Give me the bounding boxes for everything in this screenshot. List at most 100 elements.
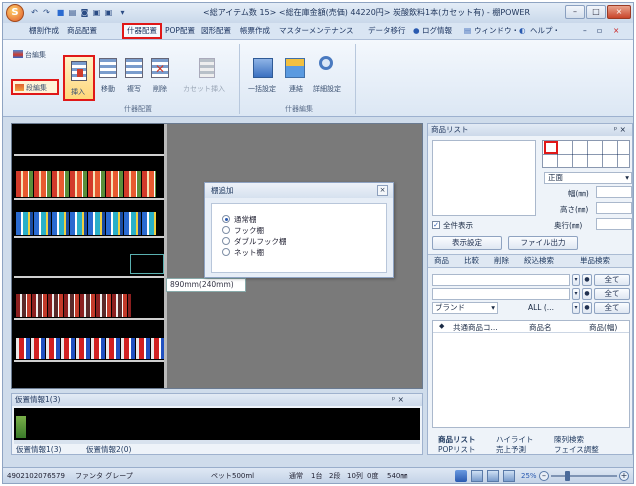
column-product-name[interactable]: 商品名 (529, 322, 552, 333)
shelf-board[interactable] (14, 236, 167, 238)
zoom-in-button[interactable]: + (619, 471, 629, 481)
customize-qa-icon[interactable]: ▾ (117, 7, 128, 18)
shelf-fixture[interactable] (12, 124, 167, 388)
dialog-close-button[interactable]: × (377, 185, 388, 196)
filter-dropdown-1[interactable]: ▾ (572, 274, 580, 286)
print-icon[interactable]: ◙ (79, 7, 90, 18)
product-row-3[interactable] (16, 294, 131, 317)
horizontal-scrollbar[interactable] (14, 440, 420, 444)
face-select[interactable]: 正面 ▾ (544, 172, 632, 184)
display-settings-button[interactable]: 表示設定 (432, 236, 502, 250)
face-selected-cell[interactable] (544, 141, 558, 154)
product-list-table[interactable]: ◆ 共通商品コ... 商品名 商品(幅) (432, 320, 630, 428)
tab-sales-forecast[interactable]: 売上予測 (496, 444, 526, 456)
radio-icon[interactable] (222, 237, 230, 245)
column-product-width[interactable]: 商品(幅) (589, 322, 617, 333)
planogram-canvas[interactable]: 890mm(240mm) 棚追加 × 通常棚 フック棚 ダブルフック棚 ネット棚 (11, 123, 423, 389)
link-button[interactable]: 連結 (289, 84, 303, 94)
tab-temp-info-2[interactable]: 仮置情報2(0) (86, 444, 131, 456)
product-row-4[interactable] (16, 338, 164, 359)
temp-product-item[interactable] (16, 416, 26, 438)
tab-compare[interactable]: 比較 (464, 255, 479, 267)
filter-clear-1[interactable]: ● (582, 274, 592, 286)
zoom-slider-thumb[interactable] (565, 471, 570, 481)
tab-product[interactable]: 商品 (434, 255, 449, 267)
shelf-board[interactable] (14, 198, 167, 200)
tab-product-place[interactable]: 商品配置 (67, 24, 97, 38)
product-row-1[interactable] (16, 171, 156, 197)
undo-icon[interactable]: ↶ (29, 7, 40, 18)
redo-icon[interactable]: ↷ (41, 7, 52, 18)
move-button[interactable]: 移動 (101, 84, 115, 94)
delete-button[interactable]: 削除 (153, 84, 167, 94)
zoom-slider-track[interactable] (551, 475, 617, 477)
view-normal-icon[interactable] (455, 470, 467, 482)
tab-fixture-place[interactable]: 什器配置 (122, 23, 162, 39)
tab-item-search[interactable]: 単品検索 (580, 255, 610, 267)
tab-pop-list[interactable]: POPリスト (438, 444, 475, 456)
save-icon[interactable]: ■ (55, 7, 66, 18)
close-button[interactable]: × (607, 5, 631, 19)
view-grid-icon[interactable] (471, 470, 483, 482)
tab-filter-search[interactable]: 絞込検索 (524, 255, 554, 267)
cassette-insert-button[interactable]: カセット挿入 (183, 84, 225, 94)
tab-delete[interactable]: 削除 (494, 255, 509, 267)
radio-normal-shelf[interactable]: 通常棚 (222, 214, 257, 225)
stand-edit-button[interactable]: 台編集 (25, 50, 46, 60)
shelf-board[interactable] (14, 154, 167, 156)
doc-close-button[interactable]: × (613, 24, 619, 38)
login-info-menu[interactable]: ログ情報 (422, 24, 452, 38)
height-field[interactable] (596, 202, 632, 214)
batch-setting-button[interactable]: 一括設定 (248, 84, 276, 94)
preview-icon[interactable]: ▣ (91, 7, 102, 18)
tab-report-create[interactable]: 帳票作成 (240, 24, 270, 38)
tab-temp-info-1[interactable]: 仮置情報1(3) (16, 444, 61, 456)
filter-field-1[interactable] (432, 274, 570, 286)
shelf-edit-button[interactable]: 段編集 (11, 79, 59, 95)
temp-panel-pin-close-icon[interactable]: ᵖ × (392, 394, 404, 406)
radio-selected-icon[interactable] (222, 215, 230, 223)
view-layout-icon[interactable] (487, 470, 499, 482)
shelf-board[interactable] (14, 360, 167, 362)
tab-face-adjust[interactable]: フェイス調整 (554, 444, 599, 456)
filter-all-button-3[interactable]: 全て (594, 302, 630, 314)
filter-all-button-2[interactable]: 全て (594, 288, 630, 300)
chevron-down-icon[interactable]: ▾ (625, 173, 629, 183)
copy-button[interactable]: 複写 (127, 84, 141, 94)
tab-data-migration[interactable]: データ移行 (368, 24, 406, 38)
brand-select[interactable]: ブランド ▾ (432, 302, 498, 314)
filter-clear-2[interactable]: ● (582, 288, 592, 300)
grid-icon[interactable]: ▤ (67, 7, 78, 18)
export-icon[interactable]: ▣ (103, 7, 114, 18)
minimize-button[interactable]: – (565, 5, 585, 19)
filter-dropdown-3[interactable]: ▾ (572, 302, 580, 314)
radio-double-hook-shelf[interactable]: ダブルフック棚 (222, 236, 287, 247)
product-selection-box[interactable] (130, 254, 164, 274)
radio-icon[interactable] (222, 226, 230, 234)
shelf-board[interactable] (14, 318, 167, 320)
radio-icon[interactable] (222, 248, 230, 256)
column-common-code[interactable]: 共通商品コ... (453, 322, 498, 333)
help-menu[interactable]: ヘルプ・ (530, 24, 560, 38)
filter-all-button-1[interactable]: 全て (594, 274, 630, 286)
tab-master-maintenance[interactable]: マスターメンテナンス (279, 24, 354, 38)
width-field[interactable] (596, 186, 632, 198)
app-orb-button[interactable]: S (6, 4, 24, 22)
temp-placement-area[interactable] (14, 408, 420, 440)
radio-net-shelf[interactable]: ネット棚 (222, 247, 264, 258)
tab-pop-place[interactable]: POP配置 (165, 24, 195, 38)
tab-shape-place[interactable]: 図形配置 (201, 24, 231, 38)
product-row-2[interactable] (16, 212, 156, 235)
show-all-checkbox[interactable]: ✓ (432, 221, 440, 229)
radio-hook-shelf[interactable]: フック棚 (222, 225, 264, 236)
file-output-button[interactable]: ファイル出力 (508, 236, 578, 250)
filter-clear-3[interactable]: ● (582, 302, 592, 314)
filter-dropdown-2[interactable]: ▾ (572, 288, 580, 300)
view-detail-icon[interactable] (503, 470, 515, 482)
detail-setting-button[interactable]: 詳細設定 (313, 84, 341, 94)
chevron-down-icon[interactable]: ▾ (491, 303, 495, 313)
maximize-button[interactable]: □ (586, 5, 606, 19)
doc-minimize-button[interactable]: – (583, 24, 587, 38)
depth-field[interactable] (596, 218, 632, 230)
doc-restore-button[interactable]: ▫ (597, 24, 602, 38)
